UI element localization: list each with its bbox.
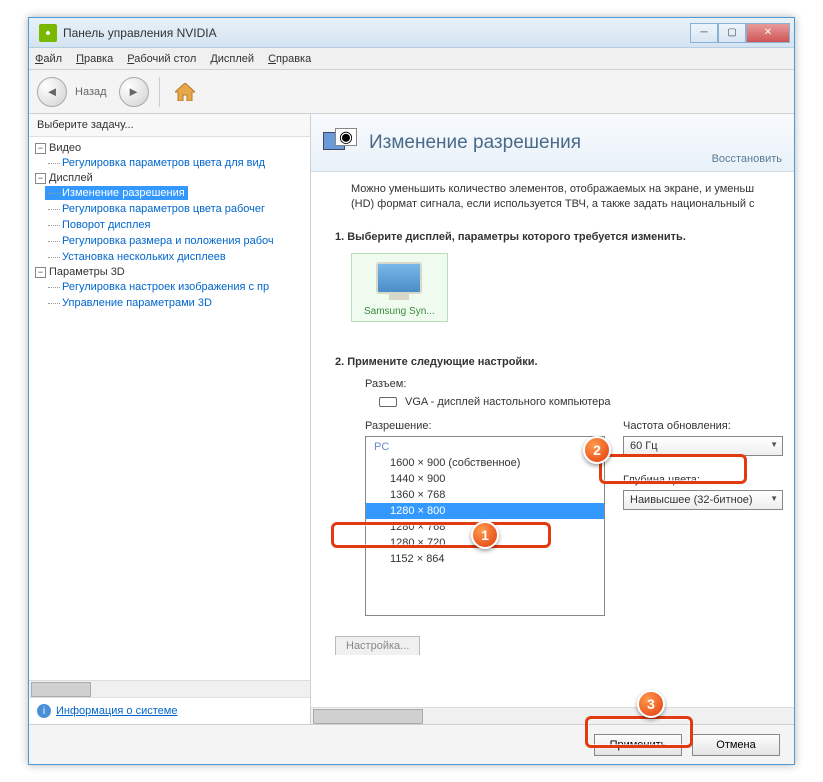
depth-label: Глубина цвета: [623,474,783,486]
window-title: Панель управления NVIDIA [63,26,690,40]
toolbar: ◄ Назад ► [29,70,794,114]
callout-1: 1 [471,521,499,549]
main-hscroll[interactable] [311,707,794,724]
resolution-icon: ◉ [323,128,359,158]
res-item-0[interactable]: 1600 × 900 (собственное) [366,455,604,471]
tree-multi-display[interactable]: Установка нескольких дисплеев [45,250,229,264]
nvidia-control-panel-window: Панель управления NVIDIA ─ ▢ ✕ Файл Прав… [28,17,795,765]
nvidia-icon [39,24,57,42]
forward-button[interactable]: ► [119,77,149,107]
tree-image-3d[interactable]: Регулировка настроек изображения с пр [45,280,272,294]
resolution-group: PC [366,437,604,455]
task-tree[interactable]: −Видео Регулировка параметров цвета для … [29,137,310,680]
sidebar-header: Выберите задачу... [29,114,310,137]
tree-desktop-color[interactable]: Регулировка параметров цвета рабочег [45,202,268,216]
apply-button[interactable]: Применить [594,734,682,756]
titlebar[interactable]: Панель управления NVIDIA ─ ▢ ✕ [29,18,794,48]
vga-icon [379,397,397,407]
restore-link[interactable]: Восстановить [712,153,782,165]
menu-help[interactable]: Справка [268,53,311,65]
depth-combo[interactable]: Наивысшее (32-битное) [623,490,783,510]
refresh-label: Частота обновления: [623,420,783,432]
close-button[interactable]: ✕ [746,23,790,43]
res-item-3[interactable]: 1280 × 800 [366,503,604,519]
tree-change-resolution[interactable]: Изменение разрешения [45,186,188,200]
monitor-icon [376,262,422,302]
back-button[interactable]: ◄ [37,77,67,107]
sidebar-footer: i Информация о системе [29,697,310,724]
task-sidebar: Выберите задачу... −Видео Регулировка па… [29,114,311,724]
refresh-combo[interactable]: 60 Гц [623,436,783,456]
home-button[interactable] [170,77,200,107]
home-icon [175,83,195,101]
main-panel: ◉ Изменение разрешения Восстановить Можн… [311,114,794,724]
main-body: Можно уменьшить количество элементов, от… [311,172,794,707]
tree-video[interactable]: Видео [49,142,81,154]
cancel-button[interactable]: Отмена [692,734,780,756]
res-item-2[interactable]: 1360 × 768 [366,487,604,503]
maximize-button[interactable]: ▢ [718,23,746,43]
description-text: Можно уменьшить количество элементов, от… [351,182,780,213]
step2-title: 2. Примените следующие настройки. [335,356,780,368]
resolution-label: Разрешение: [365,420,605,432]
tree-toggle-display[interactable]: − [35,173,46,184]
res-item-1[interactable]: 1440 × 900 [366,471,604,487]
step1-title: 1. Выберите дисплей, параметры которого … [335,231,780,243]
display-tile[interactable]: Samsung Syn... [351,253,448,322]
toolbar-divider [159,77,160,107]
minimize-button[interactable]: ─ [690,23,718,43]
footer: Применить Отмена [29,724,794,764]
monitor-name: Samsung Syn... [364,306,435,317]
main-header: ◉ Изменение разрешения Восстановить [311,114,794,172]
tree-size-position[interactable]: Регулировка размера и положения рабоч [45,234,277,248]
callout-2: 2 [583,436,611,464]
res-item-6[interactable]: 1152 × 864 [366,551,604,567]
page-title: Изменение разрешения [369,132,581,154]
tree-toggle-video[interactable]: − [35,143,46,154]
menu-desktop[interactable]: Рабочий стол [127,53,196,65]
menu-edit[interactable]: Правка [76,53,113,65]
tree-3d-params[interactable]: Параметры 3D [49,266,125,278]
menu-file[interactable]: Файл [35,53,62,65]
tree-manage-3d[interactable]: Управление параметрами 3D [45,296,215,310]
back-label: Назад [75,86,107,98]
system-info-link[interactable]: Информация о системе [56,705,177,717]
connector-value: VGA - дисплей настольного компьютера [405,396,611,408]
sidebar-hscroll[interactable] [29,680,310,697]
settings-tab[interactable]: Настройка... [335,636,420,655]
callout-3: 3 [637,690,665,718]
menu-display[interactable]: Дисплей [210,53,254,65]
tree-display[interactable]: Дисплей [49,172,93,184]
menubar: Файл Правка Рабочий стол Дисплей Справка [29,48,794,70]
tree-rotate-display[interactable]: Поворот дисплея [45,218,153,232]
tree-toggle-3d[interactable]: − [35,267,46,278]
tree-video-color[interactable]: Регулировка параметров цвета для вид [45,156,268,170]
connector-label: Разъем: [365,378,780,390]
info-icon: i [37,704,51,718]
